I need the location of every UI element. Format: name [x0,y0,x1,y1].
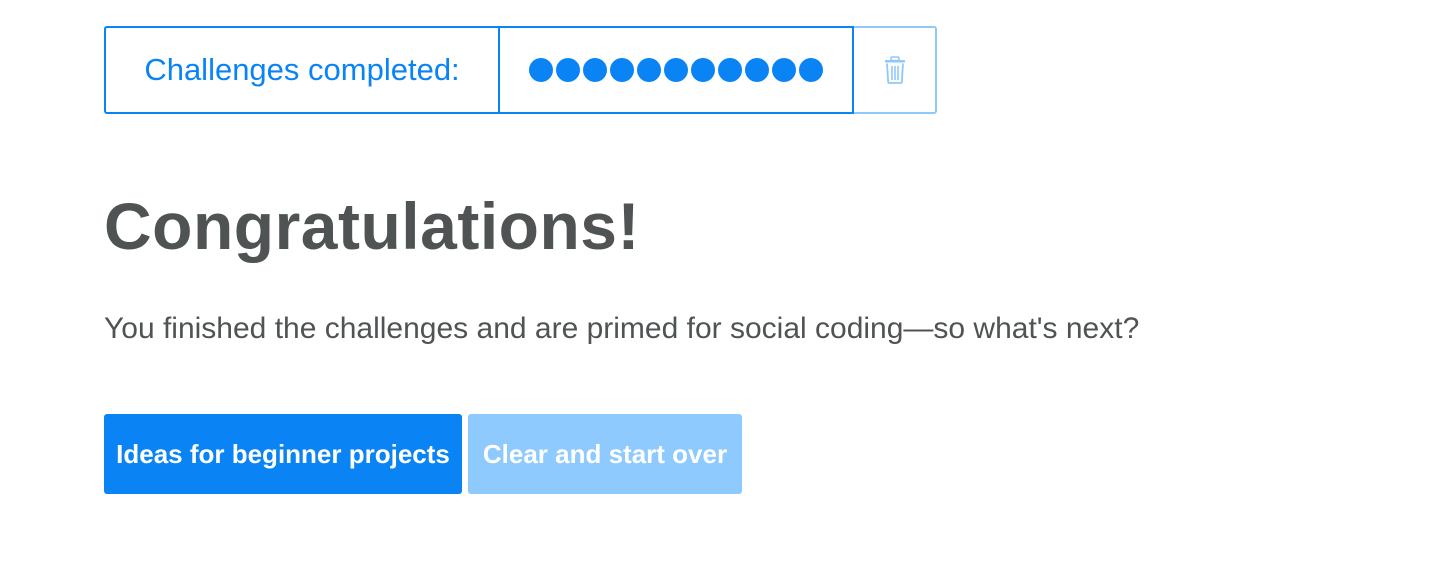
progress-dot [745,58,769,82]
progress-dot [583,58,607,82]
reset-progress-button[interactable] [854,26,937,114]
progress-dot [772,58,796,82]
challenge-progress-bar: Challenges completed: [104,26,937,114]
progress-dot [664,58,688,82]
progress-dots [498,26,854,114]
progress-dot [691,58,715,82]
beginner-projects-button[interactable]: Ideas for beginner projects [104,414,462,494]
progress-dot [637,58,661,82]
progress-dot [718,58,742,82]
lead-text: You finished the challenges and are prim… [104,312,1140,345]
progress-label: Challenges completed: [104,26,498,114]
clear-start-over-button[interactable]: Clear and start over [468,414,742,494]
progress-dot [529,58,553,82]
trash-icon [884,56,905,84]
progress-dot [799,58,823,82]
progress-dot [556,58,580,82]
page-title: Congratulations! [104,189,640,263]
progress-dot [610,58,634,82]
